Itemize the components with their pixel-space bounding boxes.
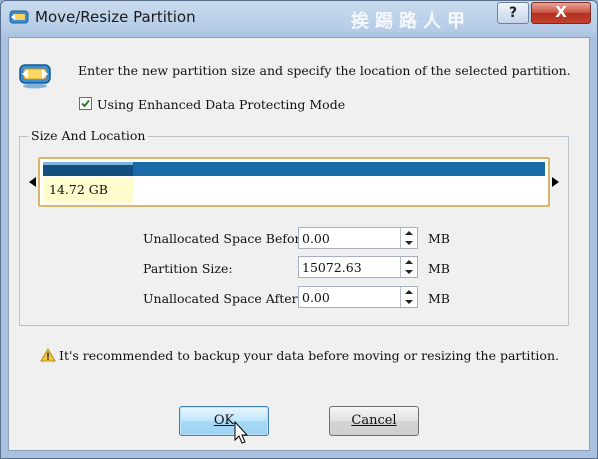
spin-buttons: [400, 287, 417, 307]
unallocated-before-stepper[interactable]: [298, 227, 418, 249]
partition-size-label: Partition Size:: [143, 261, 233, 276]
spin-down-icon[interactable]: [401, 267, 417, 277]
spin-buttons: [400, 257, 417, 277]
spin-down-icon[interactable]: [401, 238, 417, 248]
partition-used-bar: [43, 162, 133, 176]
spin-up-icon[interactable]: [401, 228, 417, 238]
ok-button[interactable]: OK: [179, 406, 269, 436]
left-resize-handle-icon[interactable]: [29, 177, 36, 187]
unallocated-before-input[interactable]: [299, 228, 407, 248]
right-resize-handle-icon[interactable]: [552, 177, 559, 187]
watermark-text: 挨踢路人甲: [351, 11, 471, 32]
unallocated-after-stepper[interactable]: [298, 286, 418, 308]
cancel-button[interactable]: Cancel: [329, 406, 419, 436]
unallocated-after-input[interactable]: [299, 287, 407, 307]
move-resize-icon: [19, 64, 51, 89]
partition-size-input[interactable]: [299, 257, 407, 277]
unit-label: MB: [428, 261, 450, 276]
help-button[interactable]: ?: [497, 2, 529, 24]
warning-icon: [40, 348, 56, 362]
unallocated-after-label: Unallocated Space After:: [143, 291, 302, 306]
partition-app-icon: [9, 10, 29, 24]
intro-text: Enter the new partition size and specify…: [78, 63, 571, 78]
dialog-button-area: [8, 386, 590, 451]
enhanced-mode-label[interactable]: Using Enhanced Data Protecting Mode: [97, 97, 345, 112]
unit-label: MB: [428, 231, 450, 246]
mouse-cursor-icon: [234, 421, 249, 444]
ok-button-label: OK: [213, 413, 235, 428]
spin-buttons: [400, 228, 417, 248]
spin-down-icon[interactable]: [401, 297, 417, 307]
partition-size-stepper[interactable]: [298, 256, 418, 278]
checkmark-icon: [81, 99, 90, 108]
size-location-group-label: Size And Location: [28, 128, 149, 143]
spin-up-icon[interactable]: [401, 287, 417, 297]
unit-label: MB: [428, 291, 450, 306]
cancel-button-label: Cancel: [351, 413, 397, 428]
title-bar[interactable]: Move/Resize Partition 挨踢路人甲 ? X: [1, 1, 597, 35]
close-button[interactable]: X: [531, 2, 591, 24]
window-title: Move/Resize Partition: [35, 8, 196, 26]
spin-up-icon[interactable]: [401, 257, 417, 267]
unallocated-before-label: Unallocated Space Before:: [143, 231, 313, 246]
enhanced-mode-checkbox[interactable]: [79, 97, 92, 110]
partition-size-text: 14.72 GB: [49, 182, 108, 197]
warning-text: It's recommended to backup your data bef…: [59, 348, 559, 363]
